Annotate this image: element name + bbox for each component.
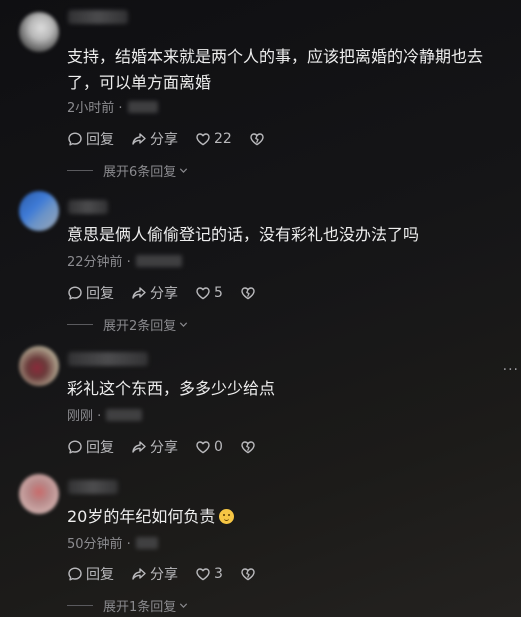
comment-text-content: 20岁的年纪如何负责	[67, 507, 216, 526]
comment-actions: 回复 分享 0	[67, 437, 273, 457]
username-blurred[interactable]	[68, 200, 108, 214]
expand-replies-label: 展开2条回复	[103, 319, 177, 334]
reply-label: 回复	[86, 440, 114, 456]
share-button[interactable]: 分享	[131, 129, 178, 149]
share-label: 分享	[150, 286, 178, 302]
like-count: 0	[214, 439, 223, 455]
avatar[interactable]	[19, 474, 59, 514]
share-button[interactable]: 分享	[131, 437, 178, 457]
like-count: 3	[214, 566, 223, 582]
dislike-button[interactable]	[240, 285, 256, 301]
username-blurred[interactable]	[68, 352, 148, 366]
share-arrow-icon	[131, 285, 147, 301]
broken-heart-icon	[249, 131, 265, 147]
avatar[interactable]	[19, 191, 59, 231]
more-options-button[interactable]: ···	[503, 362, 519, 378]
comment-meta: 2小时前 ·	[67, 97, 158, 116]
share-label: 分享	[150, 132, 178, 148]
chevron-down-icon	[178, 319, 189, 330]
comment-meta: 刚刚 ·	[67, 405, 143, 424]
comment-text: 支持，结婚本来就是两个人的事，应该把离婚的冷静期也去了，可以单方面离婚	[67, 47, 484, 92]
like-button[interactable]: 0	[195, 439, 223, 455]
comment-actions: 回复 分享 3	[67, 564, 273, 584]
like-count: 5	[214, 285, 223, 301]
expand-replies-label: 展开1条回复	[103, 600, 177, 615]
comment-bubble-icon	[67, 131, 83, 147]
avatar[interactable]	[19, 12, 59, 52]
like-button[interactable]: 3	[195, 566, 223, 582]
share-label: 分享	[150, 567, 178, 583]
location-blurred	[135, 536, 158, 549]
like-count: 22	[214, 131, 232, 147]
dislike-button[interactable]	[240, 566, 256, 582]
heart-icon	[195, 131, 211, 147]
comment-time: 刚刚 ·	[67, 409, 102, 424]
dislike-button[interactable]	[249, 131, 265, 147]
like-button[interactable]: 5	[195, 285, 223, 301]
share-arrow-icon	[131, 439, 147, 455]
chevron-down-icon	[178, 600, 189, 611]
location-blurred	[127, 100, 158, 113]
username-blurred[interactable]	[68, 10, 128, 24]
comment-text: 20岁的年纪如何负责	[67, 504, 497, 530]
expand-replies-button[interactable]: 展开2条回复	[67, 315, 189, 334]
share-button[interactable]: 分享	[131, 564, 178, 584]
avatar[interactable]	[19, 346, 59, 386]
dislike-button[interactable]	[240, 439, 256, 455]
comment-meta: 50分钟前 ·	[67, 533, 158, 552]
comment-actions: 回复 分享 5	[67, 283, 273, 303]
broken-heart-icon	[240, 439, 256, 455]
expand-replies-label: 展开6条回复	[103, 165, 177, 180]
divider	[67, 170, 93, 171]
comment-time: 2小时前 ·	[67, 101, 123, 116]
broken-heart-icon	[240, 285, 256, 301]
reply-button[interactable]: 回复	[67, 437, 114, 457]
broken-heart-icon	[240, 566, 256, 582]
share-label: 分享	[150, 440, 178, 456]
location-blurred	[106, 408, 143, 421]
expand-replies-button[interactable]: 展开6条回复	[67, 161, 189, 180]
comment-time: 22分钟前 ·	[67, 255, 131, 270]
comment-bubble-icon	[67, 285, 83, 301]
smiling-face-emoji	[219, 509, 235, 524]
reply-label: 回复	[86, 567, 114, 583]
location-blurred	[135, 254, 182, 267]
comment-text: 彩礼这个东西，多多少少给点	[67, 379, 276, 398]
share-arrow-icon	[131, 566, 147, 582]
reply-label: 回复	[86, 286, 114, 302]
like-button[interactable]: 22	[195, 131, 232, 147]
heart-icon	[195, 439, 211, 455]
heart-icon	[195, 285, 211, 301]
share-arrow-icon	[131, 131, 147, 147]
expand-replies-button[interactable]: 展开1条回复	[67, 596, 189, 615]
comment-bubble-icon	[67, 566, 83, 582]
comment-meta: 22分钟前 ·	[67, 251, 182, 270]
divider	[67, 324, 93, 325]
heart-icon	[195, 566, 211, 582]
comment-actions: 回复 分享 22	[67, 129, 282, 149]
username-blurred[interactable]	[68, 480, 118, 494]
divider	[67, 605, 93, 606]
reply-button[interactable]: 回复	[67, 129, 114, 149]
comment-time: 50分钟前 ·	[67, 537, 131, 552]
reply-button[interactable]: 回复	[67, 564, 114, 584]
reply-label: 回复	[86, 132, 114, 148]
reply-button[interactable]: 回复	[67, 283, 114, 303]
chevron-down-icon	[178, 165, 189, 176]
share-button[interactable]: 分享	[131, 283, 178, 303]
comment-text: 意思是俩人偷偷登记的话，没有彩礼也没办法了吗	[67, 225, 420, 244]
comment-bubble-icon	[67, 439, 83, 455]
